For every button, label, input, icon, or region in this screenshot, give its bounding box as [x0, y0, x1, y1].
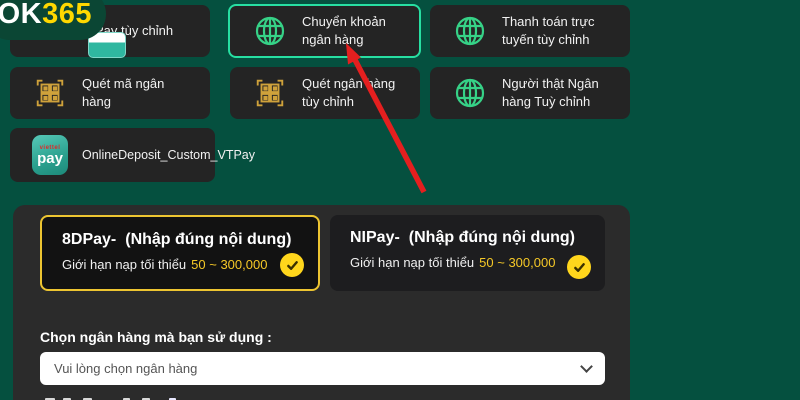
globe-icon	[452, 13, 488, 49]
payment-method-label: Chuyển khoản ngân hàng	[302, 14, 386, 47]
channel-title: 8DPay- (Nhập đúng nội dung)	[62, 231, 292, 248]
bank-select[interactable]: Vui lòng chọn ngân hàng	[40, 352, 605, 385]
payment-method-label: Quét mã ngân hàng	[82, 76, 165, 109]
check-icon	[280, 253, 304, 277]
payment-method-label: Thanh toán trực tuyến tùy chỉnh	[502, 14, 595, 47]
payment-method-real-bank-custom[interactable]: Người thật Ngân hàng Tuỳ chỉnh	[430, 67, 630, 119]
channel-limit: Giới hạn nạp tối thiểu 50 ~ 300,000	[62, 257, 268, 272]
vtpay-icon: viettel pay	[32, 135, 68, 175]
ok365-logo: OK 365	[0, 0, 106, 40]
channel-limit: Giới hạn nạp tối thiểu 50 ~ 300,000	[350, 255, 556, 270]
globe-icon	[252, 13, 288, 49]
payment-method-qr-bank[interactable]: Quét mã ngân hàng	[10, 67, 210, 119]
bank-select-label: Chọn ngân hàng mà bạn sử dụng :	[40, 329, 272, 345]
check-icon	[567, 255, 591, 279]
bank-select-placeholder: Vui lòng chọn ngân hàng	[54, 361, 198, 376]
globe-icon	[452, 75, 488, 111]
channel-card-nipay[interactable]: NIPay- (Nhập đúng nội dung) Giới hạn nạp …	[330, 215, 605, 291]
payment-method-label: OnlineDeposit_Custom_VTPay	[82, 147, 255, 162]
payment-method-label: Quét ngân hàng tùy chỉnh	[302, 76, 396, 109]
chevron-down-icon	[580, 360, 593, 373]
channel-title: NIPay- (Nhập đúng nội dung)	[350, 229, 575, 246]
channel-card-8dpay[interactable]: 8DPay- (Nhập đúng nội dung) Giới hạn nạp …	[40, 215, 320, 291]
payment-method-online-custom[interactable]: Thanh toán trực tuyến tùy chỉnh	[430, 5, 630, 57]
qr-code-icon	[32, 75, 68, 111]
payment-method-bank-transfer[interactable]: Chuyển khoản ngân hàng	[228, 4, 421, 58]
deposit-panel: 8DPay- (Nhập đúng nội dung) Giới hạn nạp …	[13, 205, 630, 400]
payment-method-label: Người thật Ngân hàng Tuỳ chỉnh	[502, 76, 599, 109]
payment-method-qr-custom[interactable]: Quét ngân hàng tùy chỉnh	[230, 67, 420, 119]
qr-code-icon	[252, 75, 288, 111]
deposit-page: Pay tùy chỉnh Chuyển khoản ngân hàng Tha…	[0, 0, 800, 400]
payment-method-vtpay[interactable]: viettel pay OnlineDeposit_Custom_VTPay	[10, 128, 255, 182]
